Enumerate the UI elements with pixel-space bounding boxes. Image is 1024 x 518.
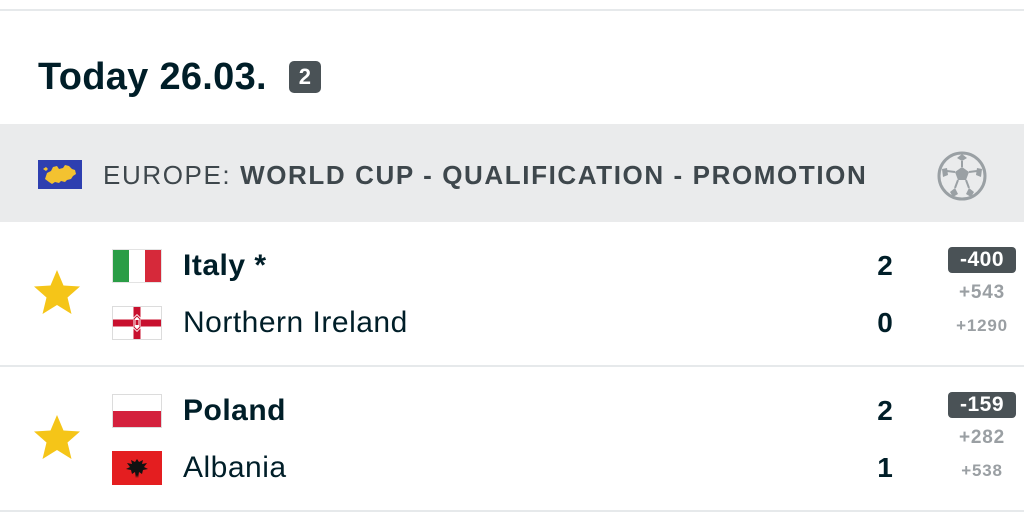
europe-flag-icon bbox=[38, 160, 82, 189]
home-team[interactable]: Poland bbox=[112, 391, 286, 431]
match-row[interactable]: Poland Albania 2 1 -159 +282 +538 bbox=[0, 367, 1024, 512]
top-divider bbox=[0, 9, 1024, 11]
league-country: EUROPE: bbox=[103, 160, 241, 190]
home-score: 2 bbox=[877, 250, 893, 281]
match-row[interactable]: Italy * Northern Ireland 2 0 -400 +543 +… bbox=[0, 222, 1024, 367]
league-title[interactable]: EUROPE: WORLD CUP - QUALIFICATION - PROM… bbox=[103, 160, 867, 191]
away-team[interactable]: Albania bbox=[112, 448, 287, 488]
poland-flag-icon bbox=[112, 394, 162, 428]
home-team-name: Italy * bbox=[183, 249, 267, 282]
home-score: 2 bbox=[877, 395, 893, 426]
away-team-name: Albania bbox=[183, 451, 287, 484]
match-count-badge: 2 bbox=[288, 61, 321, 93]
away-team-name: Northern Ireland bbox=[183, 306, 408, 339]
league-header[interactable]: EUROPE: WORLD CUP - QUALIFICATION - PROM… bbox=[0, 124, 1024, 222]
favorite-star-icon[interactable] bbox=[32, 268, 82, 318]
odds-draw[interactable]: +282 bbox=[948, 427, 1016, 449]
odds-draw[interactable]: +543 bbox=[948, 282, 1016, 304]
soccer-ball-icon bbox=[937, 151, 987, 201]
odds-away[interactable]: +1290 bbox=[948, 316, 1016, 336]
northern-ireland-flag-icon bbox=[112, 306, 162, 340]
favorite-star-icon[interactable] bbox=[32, 413, 82, 463]
odds-home[interactable]: -159 bbox=[948, 392, 1016, 418]
away-score: 1 bbox=[877, 452, 893, 483]
away-team[interactable]: Northern Ireland bbox=[112, 303, 408, 343]
home-team[interactable]: Italy * bbox=[112, 246, 267, 286]
away-score: 0 bbox=[877, 307, 893, 338]
home-team-name: Poland bbox=[183, 394, 287, 427]
albania-flag-icon bbox=[112, 451, 162, 485]
odds-home[interactable]: -400 bbox=[948, 247, 1016, 273]
day-title: Today 26.03. bbox=[38, 55, 267, 98]
league-name: WORLD CUP - QUALIFICATION - PROMOTION bbox=[240, 160, 868, 190]
day-header: Today 26.03. 2 bbox=[38, 52, 321, 102]
odds-away[interactable]: +538 bbox=[948, 461, 1016, 481]
italy-flag-icon bbox=[112, 249, 162, 283]
